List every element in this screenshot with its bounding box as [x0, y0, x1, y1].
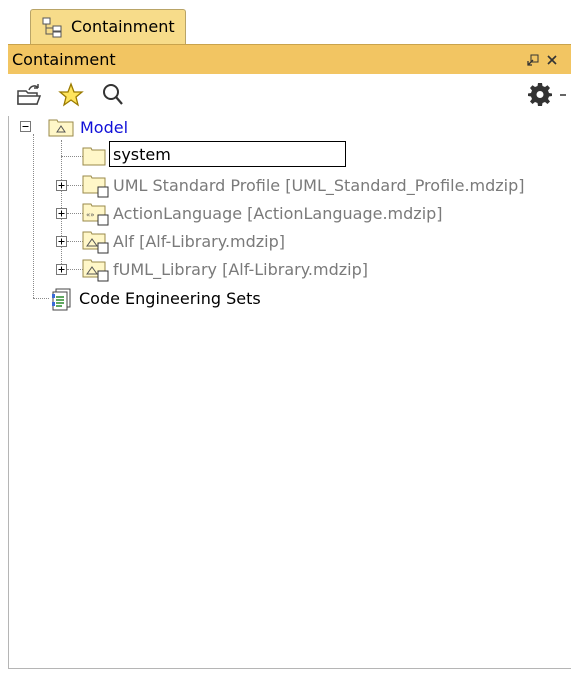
code-engineering-sets-icon [52, 288, 71, 311]
tree-node-model[interactable]: Model [80, 116, 128, 138]
tree-line [67, 213, 83, 214]
containment-tree [8, 116, 571, 669]
pin-icon[interactable] [526, 53, 540, 67]
star-icon[interactable] [58, 82, 84, 108]
dropdown-arrow-icon[interactable] [558, 82, 568, 108]
tree-line [67, 185, 83, 186]
rename-input[interactable] [109, 141, 346, 167]
tab-strip: Containment [0, 0, 571, 44]
model-package-icon [48, 119, 74, 137]
panel-header: Containment [8, 44, 571, 74]
gear-icon[interactable] [527, 82, 553, 108]
tree-node-fuml-library[interactable]: fUML_Library [Alf-Library.mdzip] [113, 258, 368, 280]
tree-line [33, 298, 49, 299]
expand-icon[interactable] [56, 236, 67, 247]
tree-node-label: Code Engineering Sets [79, 288, 261, 308]
svg-text:«»: «» [86, 211, 95, 219]
tree-node-label: UML Standard Profile [UML_Standard_Profi… [113, 175, 525, 195]
expand-icon[interactable] [56, 208, 67, 219]
expand-icon[interactable] [56, 180, 67, 191]
containment-tree-icon [42, 17, 62, 38]
profile-package-icon: «» [82, 203, 109, 226]
tab-containment[interactable]: Containment [30, 9, 186, 44]
model-library-icon [82, 259, 109, 282]
tree-line [33, 134, 34, 298]
expand-icon[interactable] [56, 264, 67, 275]
tree-line [67, 241, 83, 242]
tree-node-label: Model [80, 117, 129, 137]
tree-line [61, 140, 62, 270]
model-library-icon [82, 231, 109, 254]
tree-node-alf[interactable]: Alf [Alf-Library.mdzip] [113, 230, 285, 252]
package-icon [82, 147, 106, 166]
collapse-icon[interactable] [20, 121, 31, 132]
used-package-icon [82, 175, 109, 198]
close-icon[interactable] [545, 53, 559, 67]
tree-node-uml-standard-profile[interactable]: UML Standard Profile [UML_Standard_Profi… [113, 174, 525, 196]
tree-node-label: Alf [Alf-Library.mdzip] [113, 231, 286, 251]
panel-title: Containment [12, 50, 116, 69]
tree-node-code-engineering-sets[interactable]: Code Engineering Sets [79, 287, 261, 309]
tree-line [61, 156, 83, 157]
tree-line [67, 269, 83, 270]
tree-node-label: ActionLanguage [ActionLanguage.mdzip] [113, 203, 443, 223]
tree-node-label: fUML_Library [Alf-Library.mdzip] [113, 259, 368, 279]
open-folder-icon[interactable] [16, 82, 42, 108]
tab-label: Containment [71, 17, 175, 36]
search-icon[interactable] [100, 82, 126, 108]
toolbar [8, 74, 571, 116]
tree-node-actionlanguage[interactable]: ActionLanguage [ActionLanguage.mdzip] [113, 202, 443, 224]
